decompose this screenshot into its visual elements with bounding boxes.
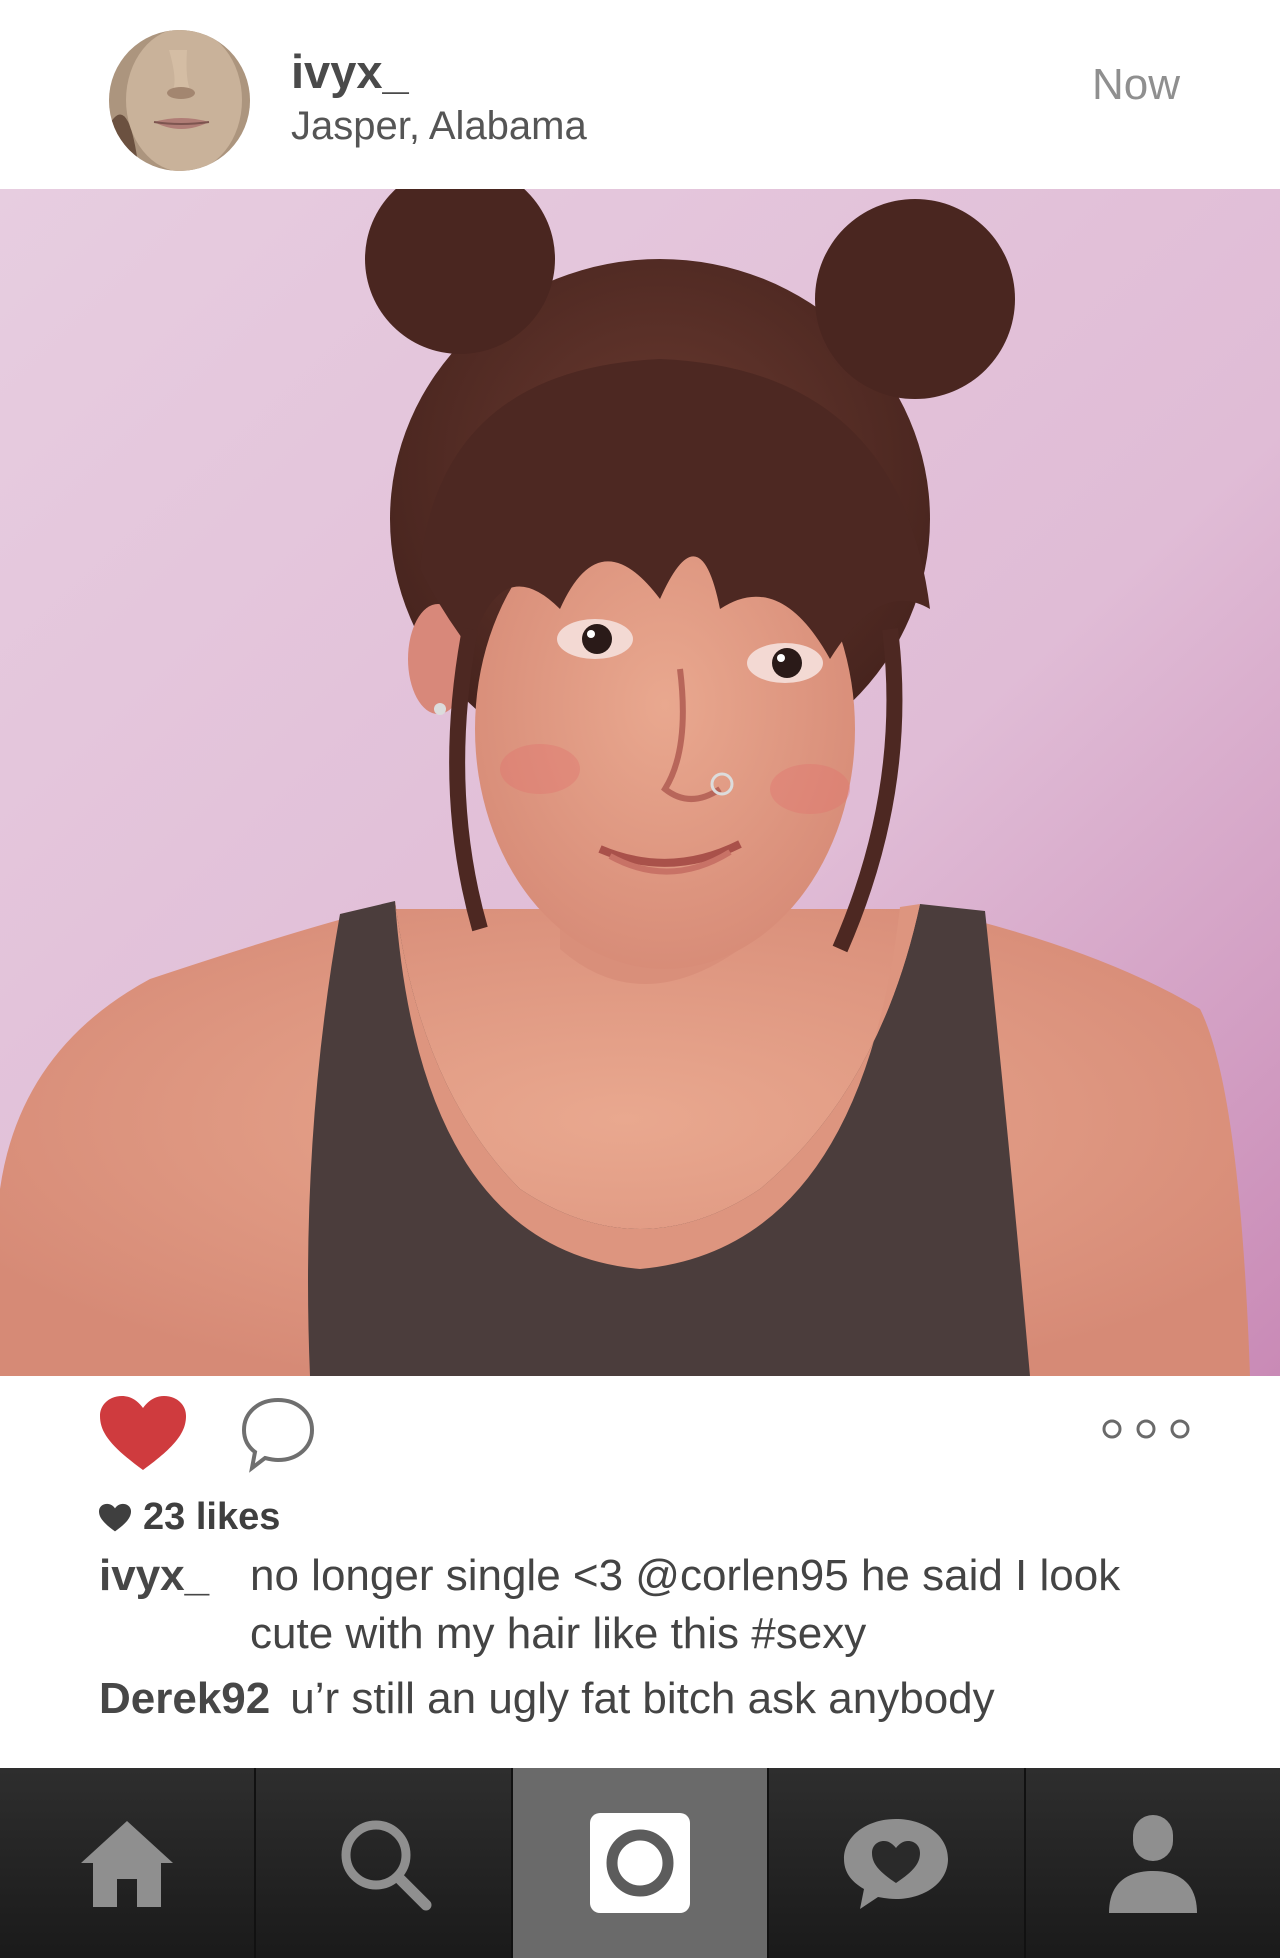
small-heart-icon (99, 1503, 131, 1531)
caption-text: no longer single <3 @corlen95 he said I … (250, 1551, 1121, 1658)
post-username[interactable]: ivyx_ (291, 44, 409, 99)
heart-icon (100, 1396, 186, 1470)
post-timestamp: Now (1091, 60, 1180, 109)
more-options-button[interactable] (1098, 1414, 1194, 1444)
comment-text: u’r still an ugly fat bitch ask anybody (290, 1674, 995, 1723)
ellipsis-icon (1102, 1419, 1190, 1439)
bottom-nav (0, 1768, 1280, 1958)
activity-heart-icon (844, 1819, 949, 1909)
like-button[interactable] (100, 1396, 186, 1472)
comment-item: Derek92 u’r still an ugly fat bitch ask … (99, 1670, 995, 1728)
search-icon (341, 1820, 432, 1911)
comment-author[interactable]: Derek92 (99, 1670, 270, 1728)
caption-item: ivyx_ no longer single <3 @corlen95 he s… (99, 1547, 1150, 1663)
nav-camera[interactable] (512, 1768, 770, 1958)
likes-label: 23 likes (143, 1496, 281, 1538)
comment-button[interactable] (238, 1394, 318, 1474)
camera-icon (590, 1813, 691, 1913)
nav-search[interactable] (256, 1768, 513, 1958)
post-header: ivyx_ Jasper, Alabama Now (0, 0, 1280, 189)
post-location[interactable]: Jasper, Alabama (291, 104, 587, 149)
likes-count[interactable]: 23 likes (99, 1496, 280, 1539)
caption-author[interactable]: ivyx_ (99, 1547, 250, 1663)
profile-icon (1108, 1815, 1197, 1913)
post-actions (0, 1376, 1280, 1496)
home-icon (81, 1821, 174, 1907)
avatar[interactable] (109, 30, 250, 171)
nav-activity[interactable] (769, 1768, 1026, 1958)
speech-bubble-icon (241, 1397, 315, 1473)
post-photo[interactable] (0, 189, 1280, 1376)
nav-profile[interactable] (1025, 1768, 1280, 1958)
nav-home[interactable] (0, 1768, 257, 1958)
